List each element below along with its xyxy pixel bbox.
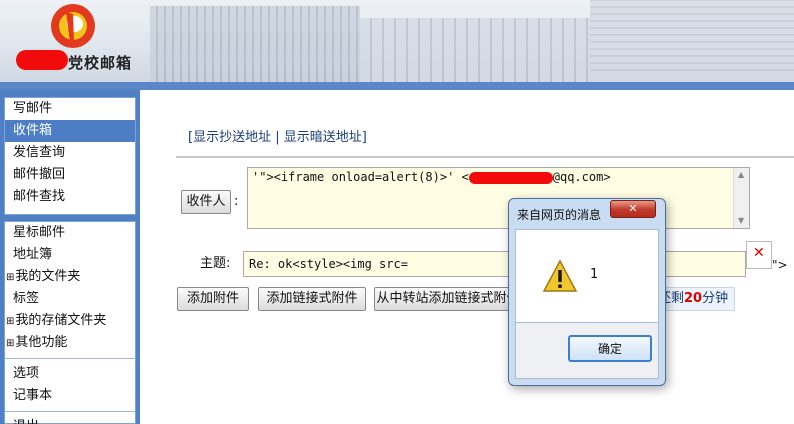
sidebar-item-storage-folders[interactable]: ⊞我的存储文件夹 xyxy=(5,310,135,332)
add-attachment-button[interactable]: 添加附件 xyxy=(177,287,249,311)
show-cc-link[interactable]: 显示抄送地址 xyxy=(193,130,271,145)
scroll-up-icon[interactable]: ▲ xyxy=(738,170,744,179)
subject-input[interactable]: Re: ok<style><img src= xyxy=(243,251,746,277)
recipient-input[interactable]: '"><iframe onload=alert(8)>' < @qq.com> ▲… xyxy=(247,167,750,229)
header-banner: 党校邮箱 xyxy=(0,0,794,82)
recipient-button[interactable]: 收件人 xyxy=(181,190,231,214)
sidebar-item-notepad[interactable]: 记事本 xyxy=(5,385,135,407)
recipient-value: '"><iframe onload=alert(8)>' < @qq.com> xyxy=(252,170,611,184)
sidebar-item-address-book[interactable]: 地址簿 xyxy=(5,244,135,266)
sidebar-item-recall[interactable]: 邮件撤回 xyxy=(5,164,135,186)
subject-value: Re: ok<style><img src= xyxy=(249,257,408,271)
broken-image-icon: ✕ xyxy=(746,241,772,269)
sidebar-item-my-folders[interactable]: ⊞我的文件夹 xyxy=(5,266,135,288)
sidebar-item-search[interactable]: 邮件查找 xyxy=(5,186,135,208)
add-link-attachment-button[interactable]: 添加链接式附件 xyxy=(258,287,366,311)
injected-text: "> xyxy=(772,258,788,272)
scroll-down-icon[interactable]: ▼ xyxy=(738,216,744,225)
campus-building-photo xyxy=(360,18,590,82)
sidebar-item-tags[interactable]: 标签 xyxy=(5,288,135,310)
warning-icon xyxy=(542,259,578,292)
campus-building-photo xyxy=(590,0,794,76)
redaction-mark xyxy=(16,50,68,70)
sidebar-item-logout[interactable]: 退出 xyxy=(5,416,135,424)
expand-icon[interactable]: ⊞ xyxy=(6,272,15,283)
expand-icon[interactable]: ⊞ xyxy=(6,316,15,327)
section-divider xyxy=(176,156,794,158)
sidebar-mail-panel: 写邮件 收件箱 发信查询 邮件撤回 邮件查找 xyxy=(4,97,136,215)
dialog-footer: 确定 xyxy=(515,323,659,379)
dialog-title: 来自网页的消息 xyxy=(517,208,602,222)
school-logo-icon xyxy=(51,4,95,48)
brand-title: 党校邮箱 xyxy=(68,54,133,72)
sidebar: 写邮件 收件箱 发信查询 邮件撤回 邮件查找 星标邮件 地址簿 ⊞我的文件夹 标… xyxy=(0,90,140,424)
campus-building-photo xyxy=(150,6,360,82)
recipient-colon: : xyxy=(234,194,239,209)
show-bcc-link[interactable]: 显示暗送地址 xyxy=(284,130,362,145)
close-icon[interactable]: ✕ xyxy=(610,200,656,218)
redaction-mark xyxy=(468,171,553,184)
sidebar-item-options[interactable]: 选项 xyxy=(5,363,135,385)
sidebar-item-inbox[interactable]: 收件箱 xyxy=(5,120,135,142)
compose-area: [显示抄送地址 | 显示暗送地址] 收件人 : '"><iframe onloa… xyxy=(140,90,794,424)
cc-bcc-links: [显示抄送地址 | 显示暗送地址] xyxy=(188,130,367,145)
sidebar-tools-panel: 星标邮件 地址簿 ⊞我的文件夹 标签 ⊞我的存储文件夹 ⊞其他功能 选项 记事本… xyxy=(4,221,136,424)
header-divider xyxy=(0,82,794,90)
subject-label: 主题: xyxy=(200,256,231,271)
dialog-body: 1 xyxy=(515,229,659,323)
sidebar-item-compose[interactable]: 写邮件 xyxy=(5,98,135,120)
recipient-scrollbar[interactable]: ▲ ▼ xyxy=(733,168,749,228)
sidebar-item-other[interactable]: ⊞其他功能 xyxy=(5,332,135,354)
dialog-message: 1 xyxy=(590,267,599,282)
transit-attachment-button[interactable]: 从中转站添加链接式附件 xyxy=(374,287,522,311)
time-remaining-value: 20 xyxy=(684,291,703,306)
expand-icon[interactable]: ⊞ xyxy=(6,338,15,349)
ok-button[interactable]: 确定 xyxy=(568,335,652,362)
sidebar-item-starred[interactable]: 星标邮件 xyxy=(5,222,135,244)
sidebar-item-sent-query[interactable]: 发信查询 xyxy=(5,142,135,164)
alert-dialog: 来自网页的消息 ✕ 1 确定 xyxy=(508,198,666,386)
